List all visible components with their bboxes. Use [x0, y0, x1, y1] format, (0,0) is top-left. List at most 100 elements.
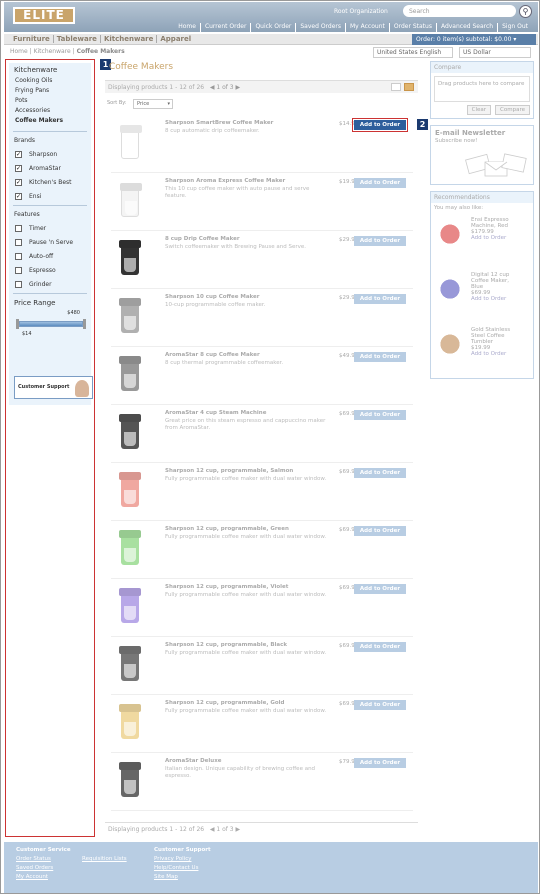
breadcrumb-kitchenware[interactable]: Kitchenware	[34, 48, 71, 55]
product-name[interactable]: AromaStar 8 cup Coffee Maker	[165, 352, 345, 358]
product-name[interactable]: Sharpson 12 cup, programmable, Green	[165, 526, 345, 532]
product-image[interactable]	[115, 237, 155, 283]
footer-link-my-account[interactable]: My Account	[16, 873, 71, 882]
feature-grinder-checkbox[interactable]: Grinder	[15, 281, 91, 288]
product-image[interactable]	[115, 643, 155, 689]
product-name[interactable]: Sharpson 12 cup, programmable, Black	[165, 642, 345, 648]
recommendation-name[interactable]: Digital 12 cup Coffee Maker, Blue	[471, 272, 509, 290]
footer-link-requisition-lists[interactable]: Requisition Lists	[82, 855, 127, 864]
add-to-order-button[interactable]: Add to Order	[354, 410, 406, 420]
brand-sharpson-checkbox[interactable]: ✓ Sharpson	[15, 151, 91, 158]
compare-drop-area[interactable]: Drag products here to compare	[434, 76, 530, 102]
product-image[interactable]	[115, 469, 155, 515]
link-quick-order[interactable]: Quick Order	[250, 23, 295, 33]
newsletter-panel[interactable]: E-mail Newsletter Subscribe now!	[430, 125, 534, 185]
compare-button[interactable]: Compare	[495, 105, 530, 115]
product-name[interactable]: Sharpson 10 cup Coffee Maker	[165, 294, 345, 300]
brand-kitchens-best-checkbox[interactable]: ✓ Kitchen's Best	[15, 179, 91, 186]
recommendation-add-link[interactable]: Add to Order	[471, 351, 521, 357]
sort-select[interactable]: Price ▾	[133, 99, 173, 109]
link-home[interactable]: Home	[174, 23, 200, 33]
price-range-slider[interactable]: $480 $14	[16, 310, 86, 337]
link-order-status[interactable]: Order Status	[388, 23, 436, 33]
sidebar-item-cooking-oils[interactable]: Cooking Oils	[15, 76, 91, 86]
slider-max-handle[interactable]	[83, 319, 86, 329]
footer-link-privacy-policy[interactable]: Privacy Policy	[154, 855, 211, 864]
feature-espresso-checkbox[interactable]: Espresso	[15, 267, 91, 274]
list-view-icon[interactable]	[391, 83, 401, 91]
add-to-order-button[interactable]: Add to Order	[354, 642, 406, 652]
product-name[interactable]: Sharpson 12 cup, programmable, Gold	[165, 700, 345, 706]
sidebar-item-frying-pans[interactable]: Frying Pans	[15, 86, 91, 96]
product-name[interactable]: Sharpson Aroma Express Coffee Maker	[165, 178, 345, 184]
feature-pause-serve-checkbox[interactable]: Pause 'n Serve	[15, 239, 91, 246]
feature-auto-off-checkbox[interactable]: Auto-off	[15, 253, 91, 260]
link-saved-orders[interactable]: Saved Orders	[295, 23, 345, 33]
footer-link-help-contact[interactable]: Help/Contact Us	[154, 864, 211, 873]
sidebar-item-pots[interactable]: Pots	[15, 96, 91, 106]
product-image[interactable]	[115, 759, 155, 805]
language-select[interactable]: United States English	[373, 47, 453, 58]
product-image[interactable]	[115, 585, 155, 631]
add-to-order-button[interactable]: Add to Order	[354, 758, 406, 768]
search-input[interactable]: Search	[403, 5, 516, 17]
add-to-order-button[interactable]: Add to Order	[352, 118, 408, 132]
add-to-order-button[interactable]: Add to Order	[354, 178, 406, 188]
nav-furniture[interactable]: Furniture	[10, 35, 53, 43]
add-to-order-button[interactable]: Add to Order	[354, 526, 406, 536]
add-to-order-button[interactable]: Add to Order	[354, 294, 406, 304]
footer-link-order-status[interactable]: Order Status	[16, 855, 71, 864]
recommendation-image[interactable]	[439, 327, 461, 365]
brand-aromastar-checkbox[interactable]: ✓ AromaStar	[15, 165, 91, 172]
recommendation-add-link[interactable]: Add to Order	[471, 296, 521, 302]
link-current-order[interactable]: Current Order	[199, 23, 251, 33]
customer-support-banner[interactable]: Customer Support	[14, 376, 93, 399]
slider-track[interactable]	[19, 321, 83, 327]
grid-view-icon[interactable]	[404, 83, 414, 91]
pager[interactable]: ◀ 1 of 3 ▶	[210, 826, 240, 833]
cart-summary[interactable]: Order: 0 item(s) subtotal: $0.00 ▾	[412, 34, 536, 45]
add-to-order-button[interactable]: Add to Order	[354, 352, 406, 362]
pager[interactable]: ◀ 1 of 3 ▶	[210, 84, 240, 91]
search-icon[interactable]: ⚲	[519, 5, 532, 18]
recommendation-name[interactable]: Ensi Espresso Machine, Red	[471, 217, 509, 229]
recommendation-add-link[interactable]: Add to Order	[471, 235, 521, 241]
product-image[interactable]	[115, 411, 155, 457]
product-image[interactable]	[115, 353, 155, 399]
product-image[interactable]	[115, 121, 155, 167]
product-name[interactable]: 8 cup Drip Coffee Maker	[165, 236, 345, 242]
breadcrumb-home[interactable]: Home	[10, 48, 28, 55]
add-to-order-button[interactable]: Add to Order	[354, 468, 406, 478]
nav-apparel[interactable]: Apparel	[156, 35, 194, 43]
product-name[interactable]: AromaStar Deluxe	[165, 758, 345, 764]
link-sign-out[interactable]: Sign Out	[497, 23, 532, 33]
organization-label[interactable]: Root Organization	[334, 8, 388, 15]
slider-min-handle[interactable]	[16, 319, 19, 329]
link-advanced-search[interactable]: Advanced Search	[435, 23, 497, 33]
link-my-account[interactable]: My Account	[345, 23, 389, 33]
product-name[interactable]: Sharpson 12 cup, programmable, Salmon	[165, 468, 345, 474]
add-to-order-button[interactable]: Add to Order	[354, 236, 406, 246]
product-image[interactable]	[115, 701, 155, 747]
product-image[interactable]	[115, 527, 155, 573]
logo[interactable]: ELITE	[13, 7, 75, 24]
footer-link-saved-orders[interactable]: Saved Orders	[16, 864, 71, 873]
product-name[interactable]: AromaStar 4 cup Steam Machine	[165, 410, 345, 416]
product-name[interactable]: Sharpson 12 cup, programmable, Violet	[165, 584, 345, 590]
product-image[interactable]	[115, 179, 155, 225]
sidebar-item-accessories[interactable]: Accessories	[15, 106, 91, 116]
clear-button[interactable]: Clear	[466, 105, 492, 115]
add-to-order-button[interactable]: Add to Order	[354, 584, 406, 594]
recommendation-image[interactable]	[439, 272, 461, 310]
currency-select[interactable]: US Dollar	[459, 47, 531, 58]
recommendation-image[interactable]	[439, 217, 461, 255]
feature-timer-checkbox[interactable]: Timer	[15, 225, 91, 232]
nav-kitchenware[interactable]: Kitchenware	[99, 35, 156, 43]
footer-link-site-map[interactable]: Site Map	[154, 873, 211, 882]
add-to-order-button[interactable]: Add to Order	[354, 700, 406, 710]
brand-ensi-checkbox[interactable]: ✓ Ensi	[15, 193, 91, 200]
nav-tableware[interactable]: Tableware	[52, 35, 100, 43]
sidebar-item-coffee-makers[interactable]: Coffee Makers	[15, 116, 91, 126]
product-name[interactable]: Sharpson SmartBrew Coffee Maker	[165, 120, 345, 126]
product-image[interactable]	[115, 295, 155, 341]
